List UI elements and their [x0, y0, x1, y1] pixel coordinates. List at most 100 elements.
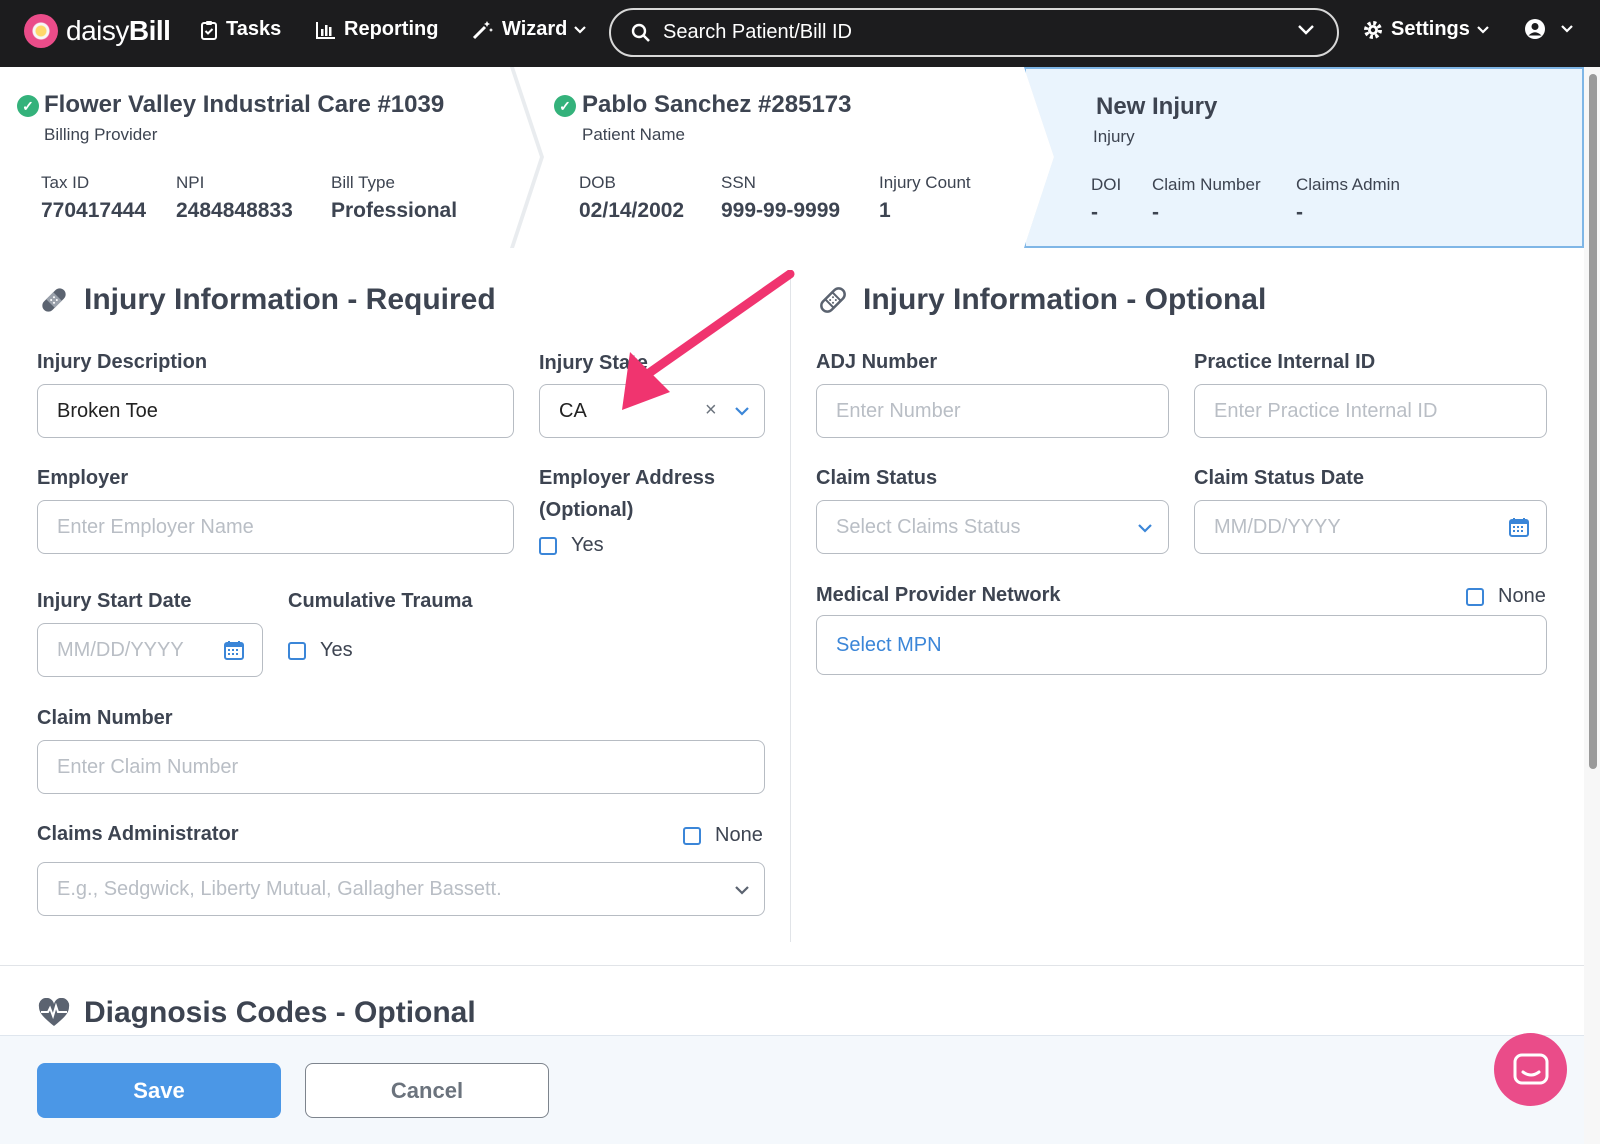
checkbox-box[interactable] [683, 826, 701, 845]
tax-id-label: Tax ID [41, 173, 90, 192]
provider-subtitle: Billing Provider [44, 125, 158, 144]
employer-address-checkbox[interactable]: Yes [539, 534, 604, 557]
diagnosis-title-text: Diagnosis Codes - Optional [84, 996, 476, 1029]
adj-number-input[interactable]: Enter Number [816, 384, 1169, 438]
select-mpn-field[interactable]: Select MPN [816, 615, 1547, 675]
claims-admin-none-checkbox[interactable]: None [683, 824, 763, 847]
section-divider [0, 965, 1584, 966]
practice-internal-id-placeholder: Enter Practice Internal ID [1214, 399, 1438, 422]
injury-state-value: CA [559, 399, 587, 422]
patient-title: Pablo Sanchez #285173 [582, 91, 852, 118]
nav-tasks-label: Tasks [226, 18, 282, 40]
checkbox-box[interactable] [1466, 587, 1484, 606]
bandage-icon [820, 287, 846, 313]
injury-start-date-input[interactable]: MM/DD/YYYY [37, 623, 263, 677]
ssn-label: SSN [721, 173, 756, 192]
employer-address-optional-label: (Optional) [539, 499, 634, 521]
injury-description-label: Injury Description [37, 351, 208, 373]
dob-value: 02/14/2002 [579, 199, 685, 222]
claim-status-select[interactable]: Select Claims Status [816, 500, 1169, 554]
practice-internal-id-label: Practice Internal ID [1194, 351, 1376, 373]
checkbox-box[interactable] [288, 641, 306, 660]
cancel-button[interactable]: Cancel [305, 1063, 549, 1118]
adj-number-label: ADJ Number [816, 351, 938, 373]
injury-header-subtitle: Injury [1093, 127, 1135, 146]
nav-wizard-label: Wizard [502, 18, 568, 40]
nav-reporting[interactable]: Reporting [316, 18, 438, 41]
diagnosis-section-title: Diagnosis Codes - Optional [38, 996, 476, 1030]
search-patient-input[interactable]: Search Patient/Bill ID [609, 8, 1339, 57]
check-circle-icon: ✓ [17, 95, 39, 117]
scrollbar-thumb[interactable] [1589, 74, 1597, 769]
calendar-icon[interactable] [1509, 517, 1529, 537]
employer-placeholder: Enter Employer Name [57, 515, 254, 538]
nav-settings[interactable]: Settings [1363, 18, 1498, 41]
checkbox-box[interactable] [539, 536, 557, 555]
doi-value: - [1091, 201, 1098, 224]
injury-header-title: New Injury [1096, 93, 1218, 120]
daisybill-logo[interactable]: daisyBill [24, 14, 171, 48]
claim-status-placeholder: Select Claims Status [836, 515, 1021, 538]
new-injury-card: New Injury Injury DOI - Claim Number - C… [1024, 67, 1584, 248]
calendar-icon[interactable] [224, 640, 244, 660]
chevron-down-icon [1561, 25, 1573, 33]
optional-title-text: Injury Information - Optional [863, 283, 1267, 316]
provider-title: Flower Valley Industrial Care #1039 [44, 91, 445, 118]
select-mpn-link[interactable]: Select MPN [836, 634, 942, 657]
practice-internal-id-input[interactable]: Enter Practice Internal ID [1194, 384, 1547, 438]
chevron-down-icon[interactable] [1297, 24, 1315, 36]
user-menu[interactable] [1524, 18, 1582, 40]
dob-label: DOB [579, 173, 616, 192]
nav-wizard[interactable]: Wizard [472, 18, 595, 41]
employer-address-label: Employer Address [539, 467, 715, 489]
claims-admin-header-label: Claims Admin [1296, 175, 1400, 194]
bill-type-value: Professional [331, 199, 458, 222]
injury-description-input[interactable]: Broken Toe [37, 384, 514, 438]
adj-number-placeholder: Enter Number [836, 399, 961, 422]
employer-input[interactable]: Enter Employer Name [37, 500, 514, 554]
patient-subtitle: Patient Name [582, 125, 685, 144]
claims-administrator-select[interactable]: E.g., Sedgwick, Liberty Mutual, Gallaghe… [37, 862, 765, 916]
nav-tasks[interactable]: Tasks [200, 18, 281, 41]
chat-launcher-button[interactable] [1494, 1033, 1567, 1106]
annotation-arrow-icon [622, 270, 795, 410]
claim-number-label: Claim Number [37, 707, 173, 729]
top-navbar: daisyBill Tasks Reporting Wizard Search … [0, 0, 1600, 67]
optional-section-title: Injury Information - Optional [817, 283, 1266, 317]
magic-wand-icon [472, 20, 493, 39]
bill-type-label: Bill Type [331, 173, 395, 192]
save-button[interactable]: Save [37, 1063, 281, 1118]
clipboard-check-icon [201, 20, 217, 40]
chevron-down-icon[interactable] [734, 884, 750, 896]
employer-label: Employer [37, 467, 129, 489]
cumulative-trauma-checkbox[interactable]: Yes [288, 639, 353, 662]
billing-provider-card[interactable]: ✓ Flower Valley Industrial Care #1039 Bi… [0, 67, 540, 248]
brand-name: daisyBill [66, 15, 171, 46]
injury-count-value: 1 [879, 199, 891, 222]
required-section-title: Injury Information - Required [38, 283, 496, 317]
chevron-down-icon[interactable] [1137, 522, 1153, 534]
user-circle-icon [1525, 19, 1545, 39]
claim-status-label: Claim Status [816, 467, 938, 489]
claim-status-date-placeholder: MM/DD/YYYY [1214, 515, 1341, 538]
ssn-value: 999-99-9999 [721, 199, 841, 222]
injury-count-label: Injury Count [879, 173, 971, 192]
claim-status-date-input[interactable]: MM/DD/YYYY [1194, 500, 1547, 554]
patient-card[interactable]: ✓ Pablo Sanchez #285173 Patient Name DOB… [514, 67, 1054, 248]
injury-description-value: Broken Toe [57, 399, 158, 422]
gear-icon [1364, 20, 1382, 39]
nav-settings-label: Settings [1391, 18, 1470, 40]
mpn-none-checkbox[interactable]: None [1466, 585, 1546, 608]
injury-start-date-label: Injury Start Date [37, 590, 192, 612]
claim-number-placeholder: Enter Claim Number [57, 755, 239, 778]
npi-label: NPI [176, 173, 205, 192]
claim-status-date-label: Claim Status Date [1194, 467, 1365, 489]
npi-value: 2484848833 [176, 199, 293, 222]
search-icon [631, 23, 650, 42]
claim-number-header-value: - [1152, 201, 1159, 224]
mpn-label: Medical Provider Network [816, 584, 1061, 606]
claim-number-input[interactable]: Enter Claim Number [37, 740, 765, 794]
bar-chart-icon [316, 21, 335, 39]
check-circle-icon: ✓ [554, 95, 576, 117]
mpn-none-label: None [1498, 585, 1546, 607]
